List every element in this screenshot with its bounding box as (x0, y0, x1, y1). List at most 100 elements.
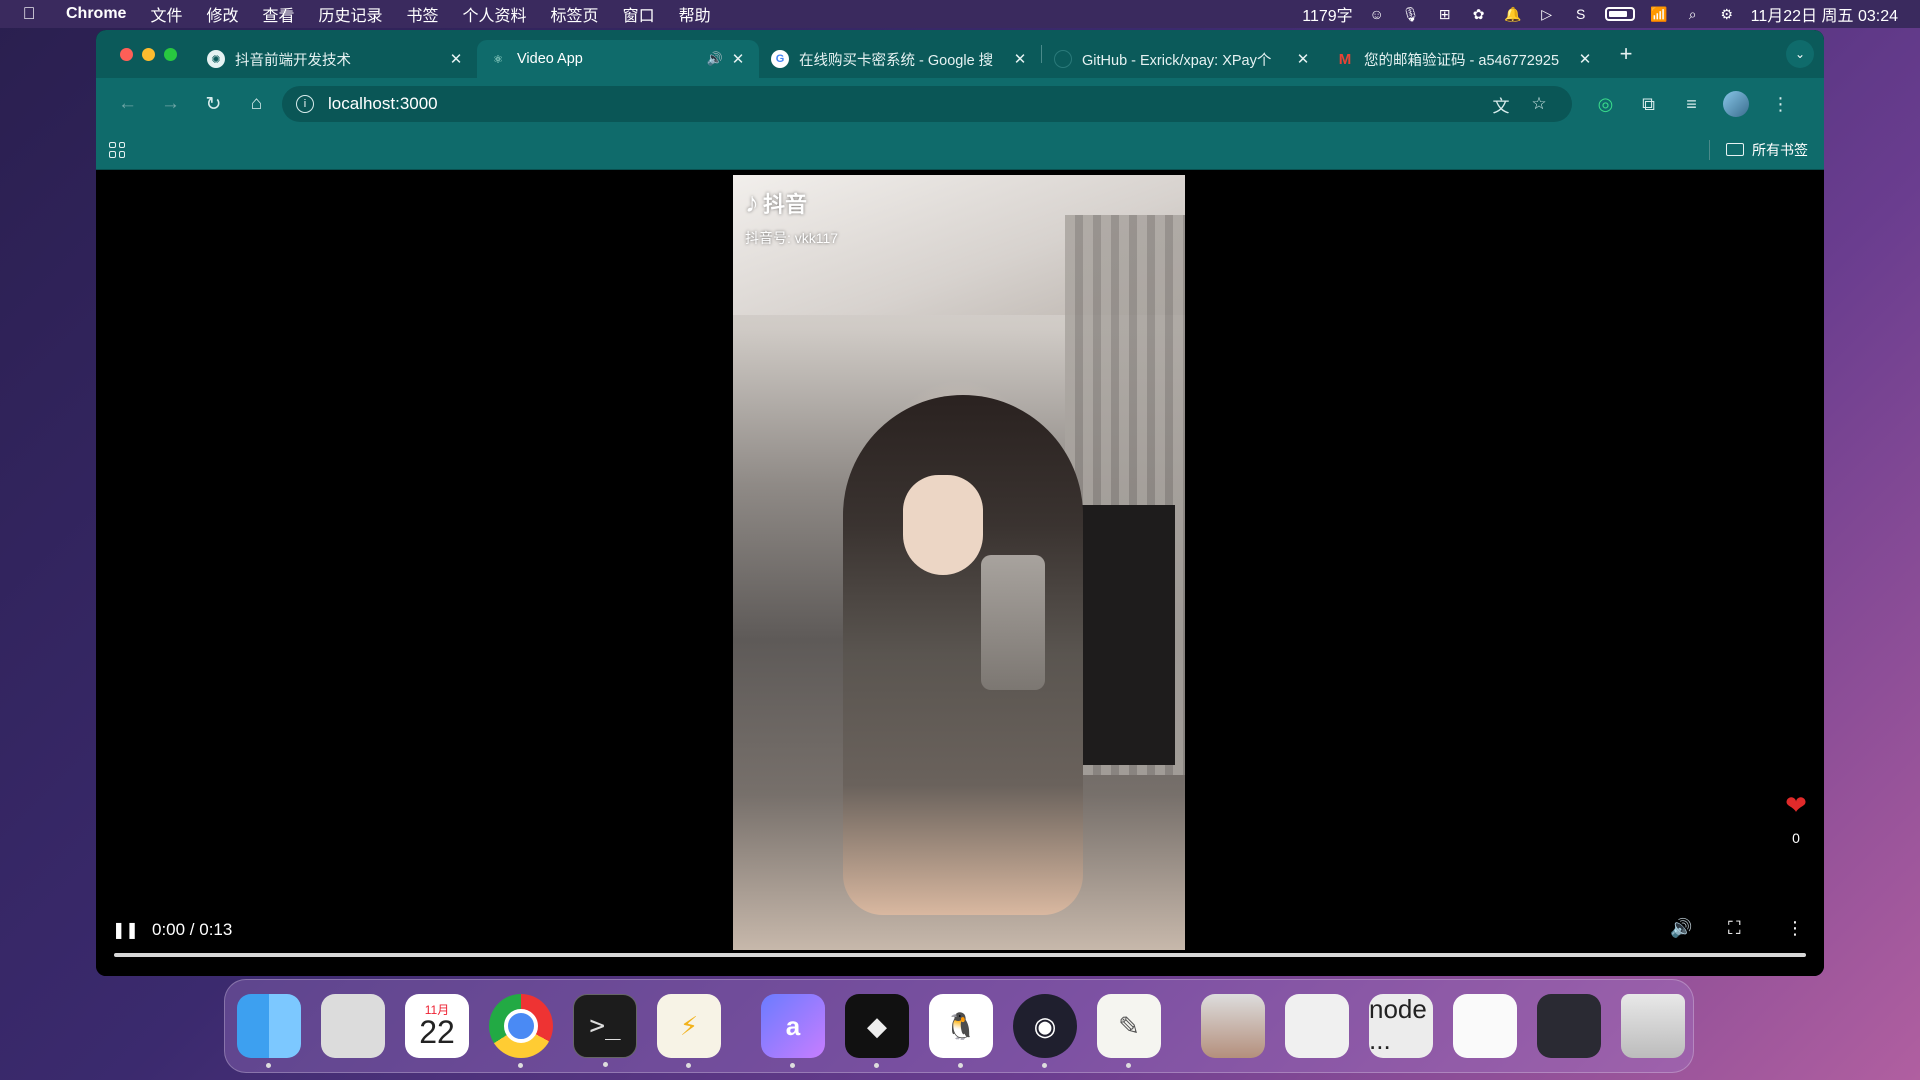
tab-search-chevron-icon[interactable]: ⌄ (1786, 40, 1814, 68)
heart-icon[interactable]: ❤ (1776, 792, 1816, 818)
trash-icon[interactable] (1621, 994, 1685, 1058)
chatgpt-status-icon[interactable]: ✿ (1469, 5, 1489, 23)
speaker-icon[interactable]: 🔊 (707, 51, 723, 67)
video-progress-bar[interactable] (114, 953, 1806, 957)
menubar:  Chrome 文件 修改 查看 历史记录 书签 个人资料 标签页 窗口 帮助… (0, 0, 1920, 28)
pause-icon[interactable]: ❚❚ (112, 920, 139, 940)
back-button[interactable]: ← (106, 86, 149, 122)
close-tab-icon[interactable]: ✕ (1576, 50, 1594, 68)
search-icon[interactable]: ⌕ (1683, 5, 1703, 23)
forward-button[interactable]: → (149, 86, 192, 122)
page-content: ♪ 抖音 抖音号: vkk117 ❤ 0 ❚❚ 0:00 / 0:13 🔊 ⛶ … (96, 175, 1824, 976)
arc-ai-icon[interactable]: a (761, 994, 825, 1068)
tab-github[interactable]: GitHub - Exrick/xpay: XPay个 ✕ (1042, 40, 1324, 78)
menu-edit[interactable]: 修改 (194, 2, 250, 26)
like-widget: ❤ 0 (1776, 792, 1816, 846)
translate-icon[interactable]: 文 (1482, 92, 1520, 117)
calendar-icon[interactable]: 11月 22 (405, 994, 469, 1058)
apple-icon[interactable]:  (0, 4, 58, 24)
menu-file[interactable]: 文件 (138, 2, 194, 26)
calendar-day: 22 (419, 1014, 455, 1050)
microphone-icon[interactable]: 🎙 (1401, 5, 1421, 23)
like-count: 0 (1792, 830, 1800, 846)
close-tab-icon[interactable]: ✕ (729, 50, 747, 68)
apps-grid-icon[interactable] (106, 139, 128, 161)
tab-video-app[interactable]: ⚛ Video App 🔊 ✕ (477, 40, 759, 78)
menu-tabs[interactable]: 标签页 (539, 2, 611, 26)
running-indicator (603, 1062, 608, 1067)
video-player[interactable]: ♪ 抖音 抖音号: vkk117 (733, 175, 1185, 950)
zoom-window-button[interactable] (164, 47, 177, 61)
running-indicator (958, 1063, 963, 1068)
extensions-puzzle-icon[interactable]: ⧉ (1627, 94, 1670, 115)
profile-avatar[interactable] (1723, 91, 1749, 117)
running-indicator (686, 1063, 691, 1068)
google-icon: G (771, 50, 789, 68)
more-menu-icon[interactable]: ⋮ (1759, 94, 1802, 115)
reading-list-icon[interactable]: ≡ (1670, 94, 1713, 115)
menu-help[interactable]: 帮助 (667, 2, 723, 26)
all-bookmarks-label: 所有书签 (1752, 141, 1808, 158)
cube-app-icon[interactable]: ◆ (845, 994, 909, 1068)
close-window-button[interactable] (120, 47, 133, 61)
menu-bookmarks[interactable]: 书签 (395, 2, 451, 26)
github-icon (1054, 50, 1072, 68)
chatgpt-icon: ✺ (207, 50, 225, 68)
video-frame-phone (981, 555, 1045, 690)
lemon-cleaner-icon[interactable]: ⚡ (657, 994, 721, 1068)
tab-title: GitHub - Exrick/xpay: XPay个 (1082, 52, 1272, 69)
video-frame-face (903, 475, 983, 575)
s-app-icon[interactable]: S (1571, 5, 1591, 23)
launchpad-icon[interactable] (321, 994, 385, 1058)
menu-window[interactable]: 窗口 (611, 2, 667, 26)
word-count: 1179字 (1302, 8, 1353, 25)
volume-icon[interactable]: 🔊 (1670, 918, 1692, 939)
site-info-icon[interactable]: i (296, 95, 314, 113)
tab-title: Video App (517, 51, 583, 67)
textedit-icon[interactable]: ✎ (1097, 994, 1161, 1068)
bookmark-star-icon[interactable]: ☆ (1520, 94, 1558, 114)
more-options-icon[interactable]: ⋮ (1786, 918, 1804, 939)
chat-extension-icon[interactable]: ◎ (1584, 94, 1627, 115)
all-bookmarks-button[interactable]: 所有书签 (1709, 139, 1814, 160)
tab-google-search[interactable]: G 在线购买卡密系统 - Google 搜 ✕ (759, 40, 1041, 78)
menu-history[interactable]: 历史记录 (307, 2, 395, 26)
node-terminal-window-icon[interactable]: node ... (1369, 994, 1433, 1058)
folder-icon (1726, 143, 1744, 156)
wifi-icon[interactable]: 📶 (1649, 5, 1669, 23)
tiktok-note-icon: ♪ (745, 187, 759, 218)
menu-profiles[interactable]: 个人资料 (451, 2, 539, 26)
dark-window-icon[interactable] (1537, 994, 1601, 1058)
qq-penguin-icon[interactable]: 🐧 (929, 994, 993, 1068)
new-tab-button[interactable]: + (1606, 41, 1646, 67)
fullscreen-icon[interactable]: ⛶ (1728, 918, 1741, 939)
obs-icon[interactable]: ◉ (1013, 994, 1077, 1068)
menu-view[interactable]: 查看 (250, 2, 306, 26)
document-window-icon[interactable] (1453, 994, 1517, 1058)
control-center-icon[interactable]: ⚙ (1717, 5, 1737, 23)
notification-bell-icon[interactable]: 🔔 (1503, 5, 1523, 23)
battery-icon[interactable] (1604, 7, 1635, 21)
reload-button[interactable]: ↻ (192, 86, 235, 122)
node-window-label: node ... (1369, 994, 1427, 1055)
video-thumbnail-icon[interactable] (1201, 994, 1265, 1058)
close-tab-icon[interactable]: ✕ (1294, 50, 1312, 68)
smiley-icon[interactable]: ☺ (1367, 5, 1387, 23)
finder-icon[interactable] (237, 994, 301, 1068)
tab-gmail[interactable]: M 您的邮箱验证码 - a546772925 ✕ (1324, 40, 1606, 78)
terminal-icon[interactable]: >_ (573, 994, 637, 1067)
minimize-window-button[interactable] (142, 47, 155, 61)
menubar-clock[interactable]: 11月22日 周五 03:24 (1751, 2, 1898, 26)
address-bar-url[interactable]: localhost:3000 (328, 94, 1482, 114)
input-method-icon[interactable]: ⊞ (1435, 5, 1455, 23)
home-button[interactable]: ⌂ (235, 86, 278, 122)
play-circle-icon[interactable]: ▷ (1537, 5, 1557, 23)
video-controls: ❚❚ 0:00 / 0:13 🔊 ⛶ ⋮ (96, 918, 1824, 964)
close-tab-icon[interactable]: ✕ (1011, 50, 1029, 68)
tab-douyin-dev[interactable]: ✺ 抖音前端开发技术 ✕ (195, 40, 477, 78)
menu-app-name[interactable]: Chrome (58, 5, 138, 23)
chrome-icon[interactable] (489, 994, 553, 1068)
address-bar[interactable]: i localhost:3000 文 ☆ (282, 86, 1572, 122)
minimized-window-icon[interactable] (1285, 994, 1349, 1058)
close-tab-icon[interactable]: ✕ (447, 50, 465, 68)
